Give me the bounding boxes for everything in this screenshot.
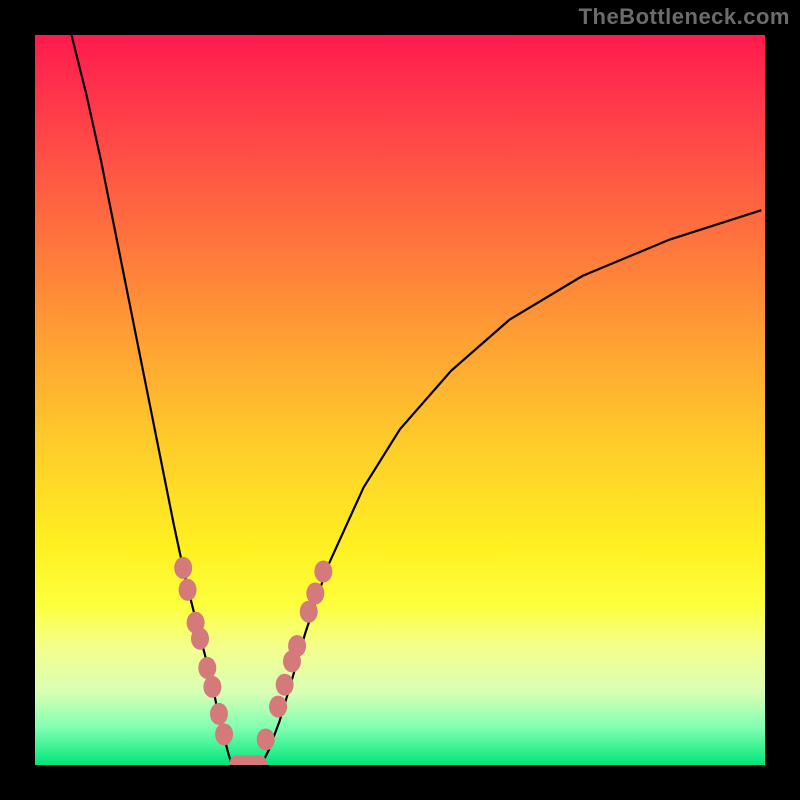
data-marker <box>215 723 233 745</box>
data-marker <box>314 561 332 583</box>
data-marker <box>203 676 221 698</box>
data-marker <box>179 579 197 601</box>
data-marker <box>191 628 209 650</box>
plot-area <box>35 35 765 765</box>
data-marker <box>288 635 306 657</box>
data-marker <box>276 674 294 696</box>
markers-right <box>257 561 333 751</box>
data-marker <box>198 657 216 679</box>
bottom-marker-pill <box>230 756 267 765</box>
data-marker <box>257 728 275 750</box>
curve-right <box>261 210 761 765</box>
watermark-text: TheBottleneck.com <box>579 6 790 28</box>
data-marker <box>269 696 287 718</box>
data-marker <box>210 703 228 725</box>
data-marker <box>306 582 324 604</box>
curve-layer <box>35 35 765 765</box>
data-marker <box>174 557 192 579</box>
curve-left <box>72 35 233 765</box>
chart-stage: TheBottleneck.com <box>0 0 800 800</box>
